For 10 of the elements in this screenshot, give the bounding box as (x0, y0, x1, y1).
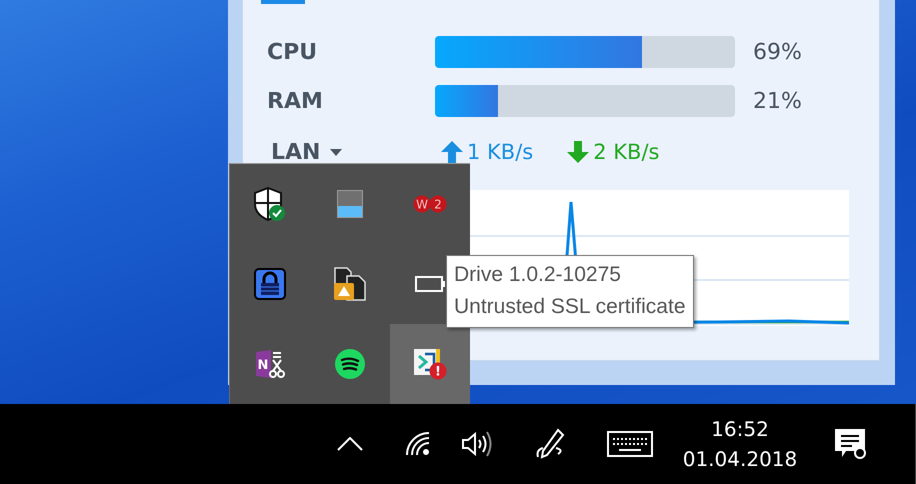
meter-label: CPU (267, 40, 318, 64)
tooltip-line: Drive 1.0.2-10275 (454, 262, 622, 288)
upload-rate: 1 KB/s (441, 140, 534, 164)
tooltip-line: Untrusted SSL certificate (454, 294, 686, 320)
usage-reading: 21% (752, 88, 803, 114)
download-rate: 2 KB/s (567, 140, 660, 164)
clock-time: 16:52 (711, 417, 769, 441)
meter-label: RAM (267, 88, 324, 114)
clock-date: 01.04.2018 (682, 447, 798, 471)
usage-reading: 69% (752, 40, 803, 64)
